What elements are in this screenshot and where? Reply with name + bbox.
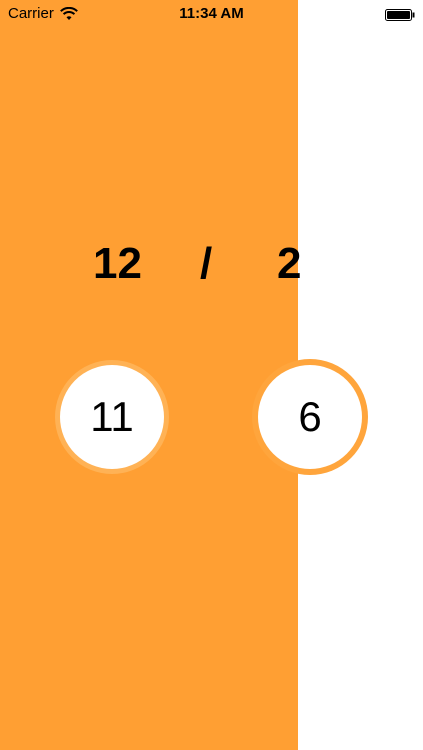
answer-option-left[interactable]: 11 <box>60 365 164 469</box>
fraction-separator: / <box>200 239 213 288</box>
app-screen: Carrier 11:34 AM 12 / 2 11 6 <box>0 0 423 750</box>
battery-icon <box>385 8 415 21</box>
answer-option-right[interactable]: 6 <box>258 365 362 469</box>
fraction-numerator: 12 <box>93 239 142 288</box>
status-bar: Carrier 11:34 AM <box>0 0 423 28</box>
status-time: 11:34 AM <box>179 5 244 22</box>
progress-panel <box>0 0 298 750</box>
fraction-denominator: 2 <box>277 239 302 288</box>
